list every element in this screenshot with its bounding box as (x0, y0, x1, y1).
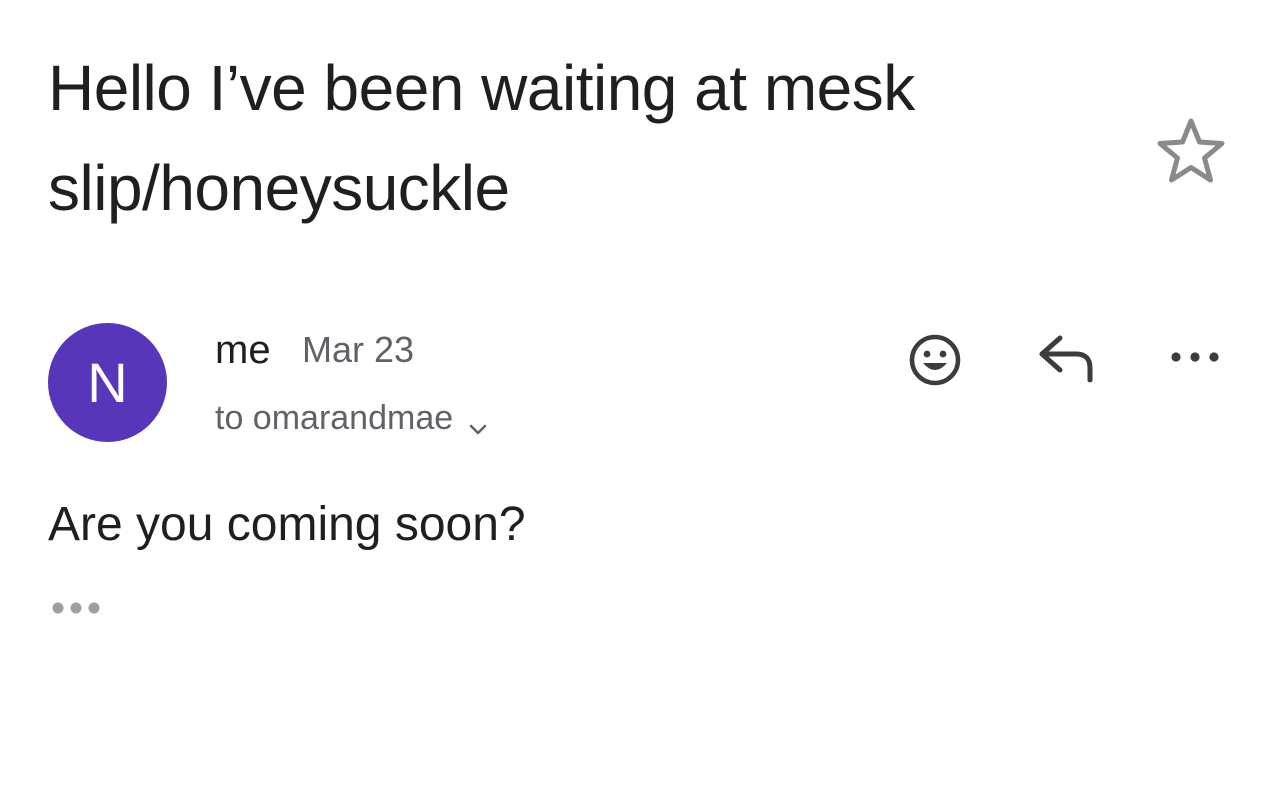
chevron-down-icon (467, 407, 489, 435)
sender-name: me (215, 328, 271, 372)
avatar-letter: N (87, 351, 128, 414)
avatar[interactable]: N (48, 323, 167, 442)
email-subject: Hello I’ve been waiting at mesk slip/hon… (48, 38, 1128, 238)
add-reaction-icon[interactable] (904, 329, 966, 391)
recipient-label: to omarandmae (215, 399, 454, 437)
recipient-details-toggle[interactable]: to omarandmae (215, 396, 489, 440)
subject-line-2: slip/honeysuckle (48, 152, 510, 224)
message-body: Are you coming soon? (48, 498, 526, 551)
reply-icon[interactable] (1036, 333, 1098, 385)
star-icon[interactable] (1156, 117, 1226, 183)
sent-date: Mar 23 (302, 329, 415, 370)
ellipsis-icon[interactable] (48, 596, 108, 620)
more-options-icon[interactable] (1166, 340, 1224, 374)
subject-line-1: Hello I’ve been waiting at mesk (48, 52, 915, 124)
